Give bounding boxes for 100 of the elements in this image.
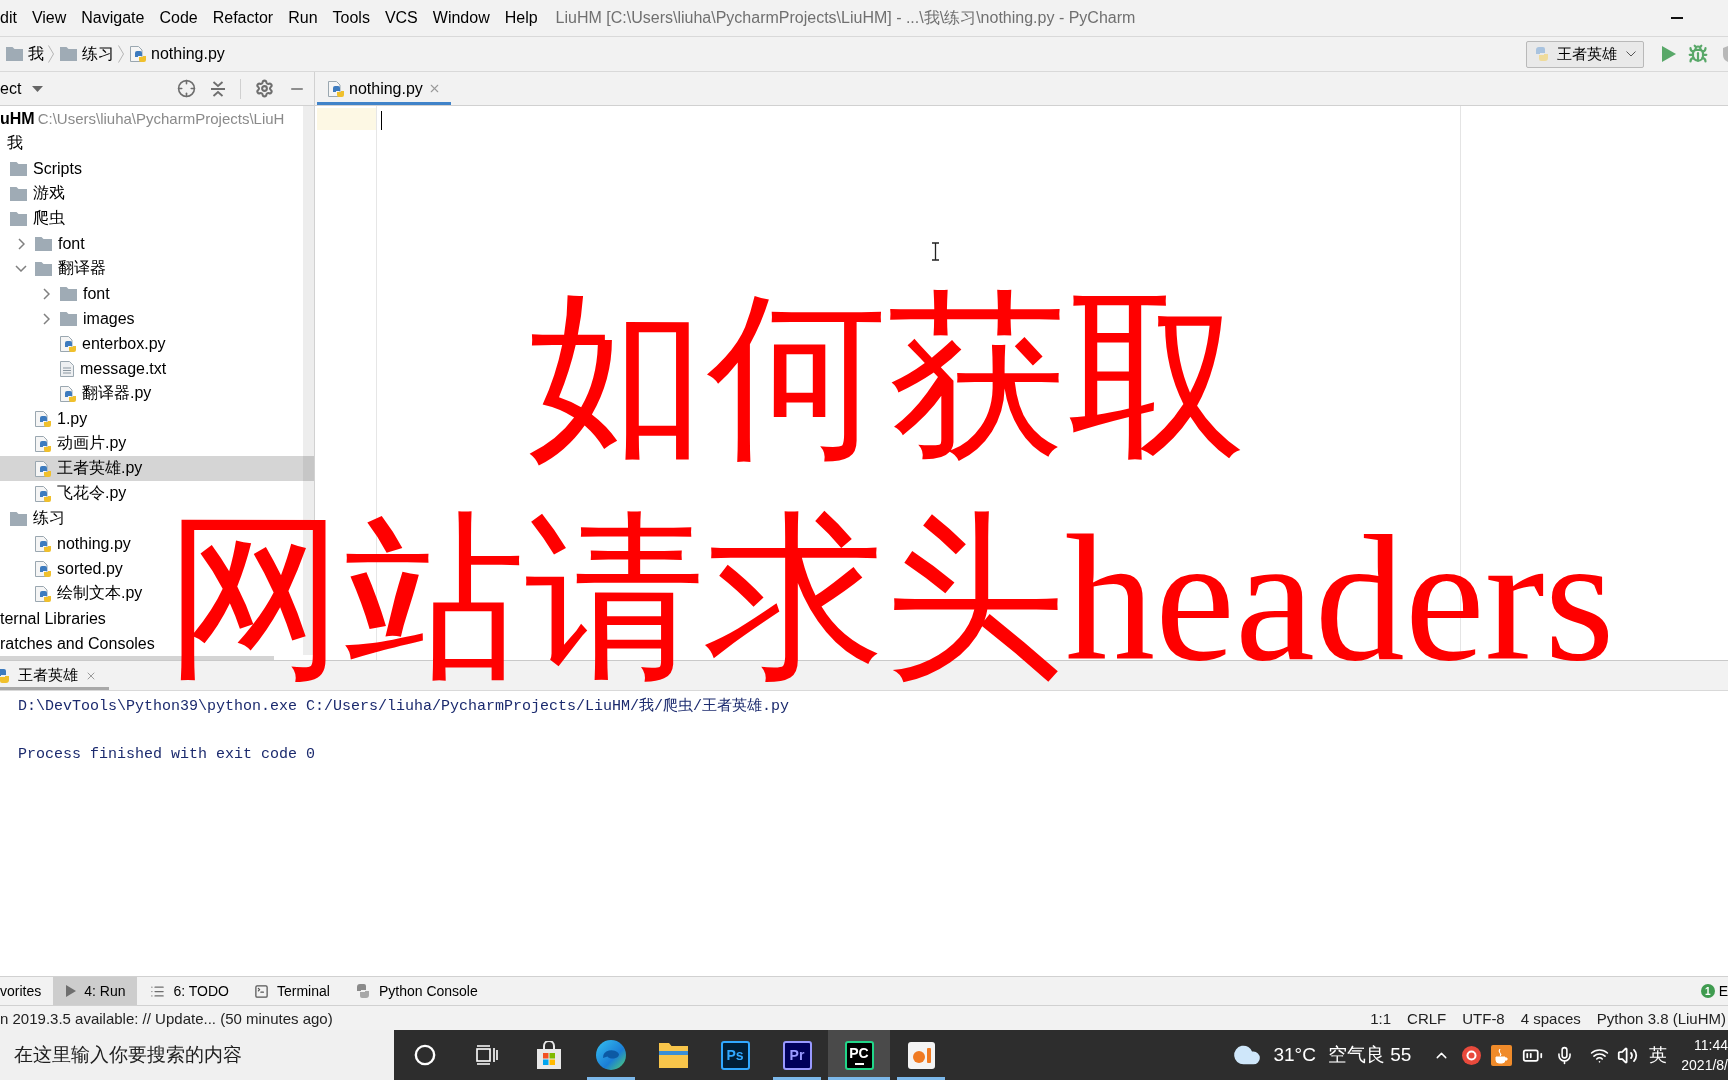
status-item[interactable]: UTF-8 [1454, 1009, 1513, 1027]
app-tile: PC [844, 1040, 874, 1070]
tree-item[interactable]: 爬虫 [0, 206, 314, 231]
tree-item[interactable]: 飞花令.py [0, 481, 314, 506]
chevron-right-icon[interactable] [17, 237, 25, 250]
python-file-icon [35, 485, 51, 502]
folder-icon [60, 311, 77, 326]
tool-window-tab[interactable]: 6: TODO [137, 977, 241, 1005]
crosshair-icon[interactable] [177, 79, 196, 98]
breadcrumb-separator-icon [48, 45, 54, 63]
input-method-indicator[interactable]: 英 [1649, 1043, 1668, 1067]
menu-item[interactable]: Run [288, 9, 318, 27]
tree-item[interactable]: 翻译器.py [0, 381, 314, 406]
swirl-circle-icon[interactable] [596, 1040, 626, 1070]
tree-item[interactable]: font [0, 281, 314, 306]
status-item[interactable]: 4 spaces [1512, 1009, 1589, 1027]
text-cursor-icon [931, 242, 940, 261]
python-file-icon [35, 410, 51, 427]
menu-item[interactable]: VCS [384, 9, 418, 27]
menu-item[interactable]: Code [159, 9, 198, 27]
folder-icon [10, 161, 27, 176]
tool-window-tab[interactable]: Python Console [341, 977, 490, 1005]
status-item[interactable]: 1:1 [1362, 1009, 1400, 1027]
python-icon [0, 667, 11, 684]
menu-item[interactable]: Navigate [81, 9, 145, 27]
chevron-right-icon[interactable] [42, 312, 50, 325]
cup-icon[interactable] [1491, 1044, 1513, 1066]
tree-item[interactable]: font [0, 231, 314, 256]
bug-icon[interactable] [1688, 44, 1708, 64]
folder-icon [35, 236, 52, 251]
tree-item[interactable]: 翻译器 [0, 256, 314, 281]
tree-item[interactable]: Scripts [0, 156, 314, 181]
python-file-icon [130, 46, 146, 62]
run-tab[interactable]: 王者英雄 [0, 661, 109, 690]
run-icon[interactable] [1662, 46, 1676, 62]
python-icon [354, 983, 371, 999]
tree-item[interactable]: images [0, 306, 314, 331]
folder-icon [10, 511, 27, 526]
menu-item[interactable]: Tools [332, 9, 370, 27]
python-file-icon [35, 585, 51, 602]
search-field[interactable]: 在这里输入你要搜索的内容 [0, 1030, 394, 1080]
tree-item[interactable]: uHM C:\Users\liuha\PycharmProjects\LiuH [0, 106, 314, 131]
chevron-down-icon[interactable] [15, 265, 27, 272]
menu-item[interactable]: Refactor [212, 9, 274, 27]
breadcrumb[interactable]: 练习 [60, 43, 114, 65]
folder-icon [6, 47, 23, 61]
shopping-bag-icon[interactable] [535, 1041, 563, 1069]
taskbar-button[interactable]: Ps [704, 1030, 766, 1080]
python-file-icon [35, 435, 51, 452]
settings-icon[interactable] [255, 79, 274, 98]
breadcrumb-separator-icon [118, 45, 124, 63]
python-file-icon [35, 460, 51, 477]
tree-item[interactable]: 我 [0, 131, 314, 156]
menu-item[interactable]: Help [504, 9, 538, 27]
circle-icon[interactable] [414, 1044, 436, 1066]
air-quality-text: 空气良 55 [1327, 1043, 1412, 1067]
terminal-icon [254, 983, 269, 999]
folder-icon [10, 211, 27, 226]
menu-item[interactable]: dit [0, 9, 17, 27]
status-message[interactable]: n 2019.3.5 available: // Update... (50 minutes ago) [0, 1009, 333, 1027]
notification-badge: 1 [1700, 984, 1715, 998]
menu-item[interactable]: Window [432, 9, 490, 27]
tool-window-tab[interactable]: E [1718, 983, 1728, 999]
panel-title[interactable]: ect [0, 79, 22, 98]
status-item[interactable]: CRLF [1399, 1009, 1455, 1027]
overlay-title-text: 如何获取 [527, 288, 1247, 468]
run-configuration-dropdown[interactable]: 王者英雄 [1526, 40, 1644, 68]
status-item[interactable]: Python 3.8 (LiuHM) [1588, 1009, 1726, 1027]
tree-item[interactable]: 动画片.py [0, 431, 314, 456]
breadcrumb[interactable]: 我 [6, 43, 44, 65]
clock-date[interactable]: 2021/8/ [1681, 1055, 1728, 1075]
tree-item[interactable]: 1.py [0, 406, 314, 431]
tree-item[interactable]: 王者英雄.py [0, 456, 314, 481]
current-line-highlight [317, 108, 376, 130]
text-file-icon [60, 360, 74, 377]
menu-item[interactable]: View [31, 9, 67, 27]
folder-icon[interactable] [658, 1042, 688, 1068]
folder-icon [60, 47, 77, 61]
taskbar-button[interactable]: PC [828, 1030, 890, 1080]
ring-icon[interactable] [1462, 1045, 1482, 1065]
tool-window-tab[interactable]: Terminal [241, 977, 342, 1005]
tool-window-tab[interactable]: 4: Run [53, 977, 138, 1005]
collapse-icon[interactable] [210, 80, 226, 97]
text-caret [381, 111, 382, 130]
python-file-icon [35, 560, 51, 577]
clock-time[interactable]: 11:44 [1694, 1035, 1728, 1055]
chevron-right-icon[interactable] [42, 287, 50, 300]
caret-icon[interactable] [32, 85, 44, 92]
task-view-icon[interactable] [476, 1045, 498, 1065]
tree-item[interactable]: message.txt [0, 356, 314, 381]
python-file-icon [35, 535, 51, 552]
tree-item[interactable]: enterbox.py [0, 331, 314, 356]
app-tile: Pr [782, 1040, 812, 1070]
tree-item[interactable]: 游戏 [0, 181, 314, 206]
app-icon[interactable] [907, 1041, 935, 1069]
taskbar-button[interactable]: Pr [766, 1030, 828, 1080]
chevron-down-icon [1626, 51, 1636, 57]
folder-icon [60, 286, 77, 301]
breadcrumb[interactable]: nothing.py [130, 45, 225, 63]
tool-window-tab[interactable]: vorites [0, 977, 54, 1005]
